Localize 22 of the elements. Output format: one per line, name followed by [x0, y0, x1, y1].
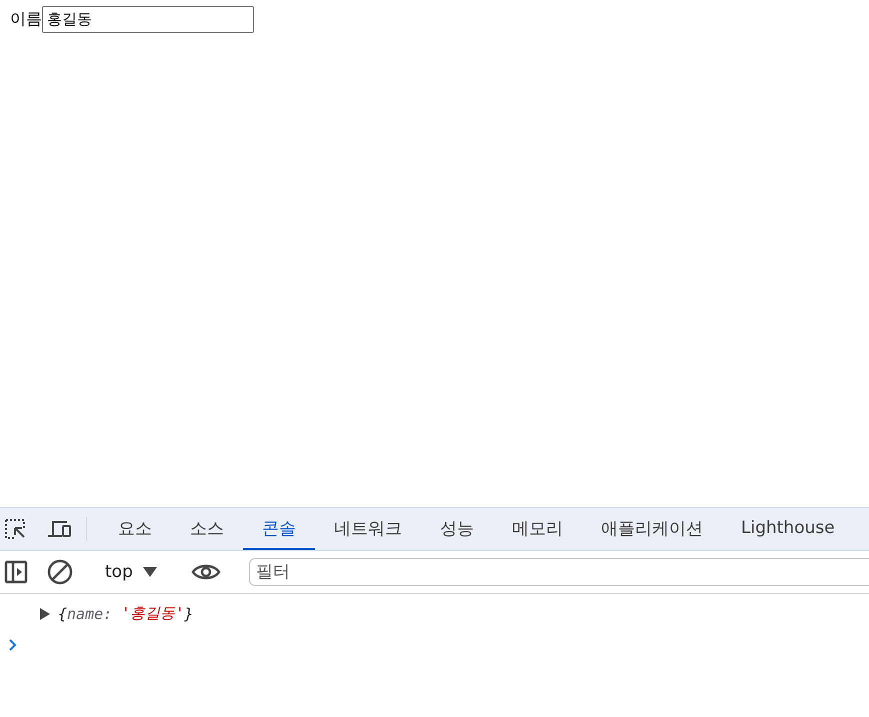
panel-tab[interactable]: 애플리케이션: [582, 508, 722, 550]
caret-icon: [142, 567, 157, 577]
filter-field[interactable]: 필터: [248, 558, 869, 586]
expand-arrow-icon[interactable]: [40, 608, 50, 620]
panel-tab[interactable]: 네트워크: [315, 508, 421, 550]
prompt-chevron-icon: [8, 638, 18, 652]
panel-tab[interactable]: 메모리: [493, 508, 582, 550]
brace-text: }: [184, 604, 194, 622]
panel-tab[interactable]: 성능: [421, 508, 493, 550]
property-key: name:: [67, 604, 112, 622]
name-label: 이름: [10, 8, 42, 30]
name-input[interactable]: 홍길동: [42, 6, 254, 33]
sidebar-icon[interactable]: [2, 560, 30, 584]
property-value: '홍길동': [121, 604, 184, 623]
panel-tab[interactable]: 소스: [171, 508, 243, 550]
panel-tab[interactable]: 요소: [99, 508, 171, 550]
clear-icon[interactable]: [46, 559, 74, 585]
eye-icon[interactable]: [190, 562, 222, 582]
panel-tab[interactable]: 콘솔: [243, 508, 315, 550]
panel-tab[interactable]: Lighthouse: [722, 508, 854, 550]
brace-text: {: [58, 604, 68, 622]
context-selector[interactable]: top: [99, 562, 163, 582]
